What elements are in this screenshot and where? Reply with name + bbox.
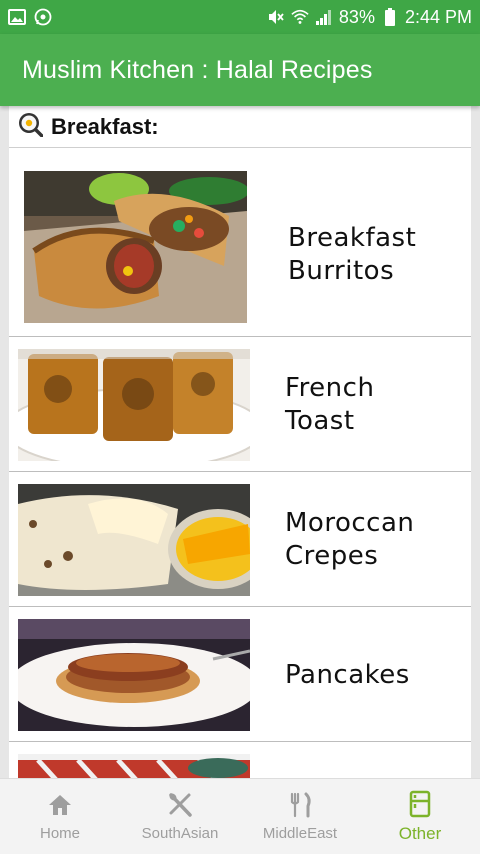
- breakfast-burritos-image: [24, 171, 247, 323]
- recipe-name-line2: Toast: [285, 406, 355, 436]
- recipe-item[interactable]: French Toast: [9, 337, 471, 472]
- recipe-name-line2: Crepes: [285, 541, 379, 571]
- recipe-item[interactable]: [9, 742, 471, 778]
- nav-other[interactable]: Other: [360, 779, 480, 854]
- nav-label: SouthAsian: [141, 825, 219, 842]
- nav-label: MiddleEast: [262, 825, 338, 842]
- recipe-panel: Breakfast: Breakfast Burritos French Toa…: [9, 106, 471, 778]
- whatsapp-icon: [34, 8, 52, 26]
- image-icon: [8, 8, 26, 26]
- recipe-name: Pancakes: [285, 659, 410, 692]
- recipe-name: Breakfast Burritos: [288, 222, 416, 288]
- recipe-name-line1: French: [285, 373, 375, 403]
- pancakes-image: [18, 619, 250, 731]
- clock: 2:44 PM: [404, 6, 472, 27]
- nav-label: Other: [398, 823, 442, 843]
- battery-percent: 83%: [338, 6, 375, 27]
- fork-knife-icon: [286, 791, 314, 819]
- bottom-navigation: Home SouthAsian MiddleEast Other: [0, 778, 480, 854]
- recipe-item[interactable]: Breakfast Burritos: [9, 149, 471, 337]
- recipe-list-container[interactable]: Breakfast: Breakfast Burritos French Toa…: [0, 106, 480, 778]
- nav-home[interactable]: Home: [0, 779, 120, 854]
- recipe-name: Moroccan Crepes: [285, 507, 414, 573]
- app-bar: Muslim Kitchen : Halal Recipes: [0, 34, 480, 106]
- status-bar: 83% 2:44 PM: [0, 0, 480, 34]
- nav-middleeast[interactable]: MiddleEast: [240, 779, 360, 854]
- frying-pan-egg-icon: [17, 111, 44, 142]
- recipe-name-line2: Burritos: [288, 256, 395, 286]
- battery-icon: [381, 8, 399, 26]
- home-icon: [46, 791, 74, 819]
- recipe-image-partial: [18, 754, 250, 778]
- nav-label: Home: [39, 825, 80, 842]
- recipe-name: French Toast: [285, 372, 374, 438]
- signal-icon: [315, 8, 333, 26]
- fridge-icon: [406, 790, 434, 818]
- mute-icon: [267, 8, 285, 26]
- recipe-name-line1: Pancakes: [285, 660, 410, 690]
- nav-southasian[interactable]: SouthAsian: [120, 779, 240, 854]
- app-title: Muslim Kitchen : Halal Recipes: [22, 55, 373, 84]
- section-header: Breakfast:: [9, 106, 471, 148]
- french-toast-image: [18, 349, 250, 461]
- section-title: Breakfast:: [51, 113, 159, 139]
- recipe-item[interactable]: Pancakes: [9, 607, 471, 742]
- wifi-icon: [291, 8, 309, 26]
- recipe-item[interactable]: Moroccan Crepes: [9, 472, 471, 607]
- recipe-name-line1: Breakfast: [288, 223, 417, 253]
- fork-spoon-icon: [166, 791, 194, 819]
- recipe-name-line1: Moroccan: [285, 508, 415, 538]
- moroccan-crepes-image: [18, 484, 250, 596]
